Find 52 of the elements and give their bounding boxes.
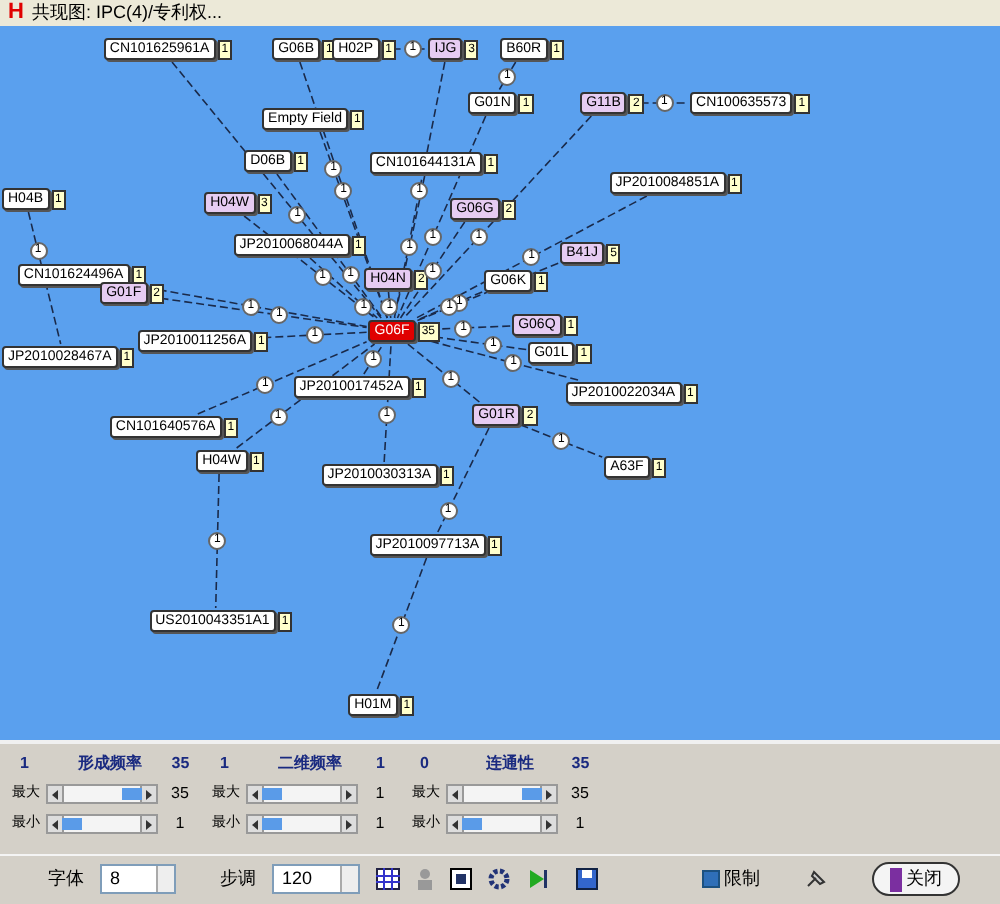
connector-line [498,61,517,91]
slider-thumb[interactable] [461,818,482,830]
grid-icon[interactable] [376,868,400,890]
slider-thumb[interactable] [522,788,543,800]
range-min: 1 [20,752,31,776]
scroll-left-button[interactable] [448,816,464,832]
slider-value: 1 [373,812,387,836]
scroll-left-button[interactable] [448,786,464,802]
gear-icon[interactable] [488,868,510,890]
font-label: 字体 [48,865,84,892]
connector-line [437,427,490,533]
scroll-right-button[interactable] [540,786,556,802]
app-logo: H [8,2,24,24]
limit-checkbox[interactable] [702,870,720,888]
slider-thumb[interactable] [261,818,282,830]
filter-title: 二维频率 [276,752,344,776]
scroll-right-button[interactable] [540,816,556,832]
scroll-left-button[interactable] [248,786,264,802]
connector-line [519,424,603,458]
filter-title: 连通性 [484,752,536,776]
close-button[interactable]: 关闭 [872,862,960,896]
range-max: 1 [373,752,387,776]
scroll-right-button[interactable] [140,786,156,802]
step-label: 步调 [220,865,256,892]
limit-label: 限制 [724,865,760,892]
range-max: 35 [569,752,592,776]
save-icon[interactable] [576,868,598,890]
scroll-right-button[interactable] [140,816,156,832]
scroll-right-button[interactable] [340,816,356,832]
slider-value: 35 [569,782,591,806]
step-spinbox[interactable]: 120 [272,864,360,894]
scroll-left-button[interactable] [48,786,64,802]
slider-value: 1 [173,812,187,836]
font-spinbox[interactable]: 8 [100,864,176,894]
slider-value: 1 [573,812,587,836]
slider-thumb[interactable] [61,818,82,830]
range-min: 0 [420,752,431,776]
window-title: 共现图: IPC(4)/专利权... [31,4,222,22]
scroll-left-button[interactable] [48,816,64,832]
range-max: 35 [169,752,192,776]
slider-thumb[interactable] [122,788,143,800]
filter-title: 形成频率 [76,752,144,776]
scroll-left-button[interactable] [248,816,264,832]
square-icon[interactable] [450,868,472,890]
slider-thumb[interactable] [261,788,282,800]
connector-line [375,557,428,693]
slider-value: 1 [373,782,387,806]
range-min: 1 [220,752,231,776]
slider-value: 35 [169,782,191,806]
connector-line [214,473,220,609]
play-icon[interactable] [526,868,548,890]
scroll-right-button[interactable] [340,786,356,802]
